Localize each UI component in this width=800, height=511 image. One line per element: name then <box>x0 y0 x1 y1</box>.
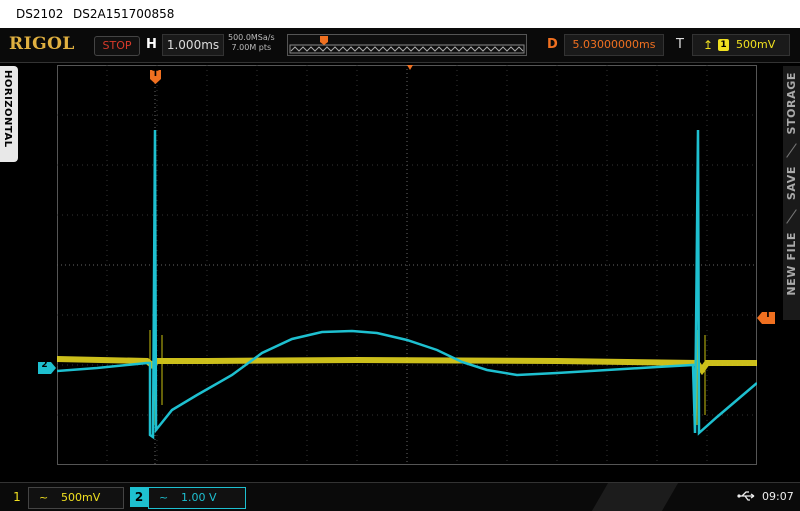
waveform-display[interactable] <box>56 65 758 465</box>
channel2-marker-label: 2 <box>41 360 48 370</box>
memory-position-bar[interactable] <box>287 34 527 56</box>
status-strip <box>591 483 679 511</box>
channel2-scale: 1.00 V <box>181 491 217 504</box>
trigger-source-badge: 1 <box>718 39 729 51</box>
ac-coupling-icon: ~ <box>39 491 49 504</box>
trigger-level-marker-label: T <box>764 310 772 320</box>
new-file-menu-item[interactable]: NEW FILE <box>785 232 798 296</box>
run-stop-button[interactable]: STOP <box>94 36 140 56</box>
clock: 09:07 <box>762 490 794 503</box>
sample-rate: 500.0MSa/s <box>228 33 275 42</box>
status-header: RIGOL STOP H 1.000ms 500.0MSa/s 7.00M pt… <box>0 28 800 63</box>
memory-bar-graphic <box>289 36 525 54</box>
storage-side-menu: STORAGE SAVE NEW FILE <box>783 66 800 320</box>
menu-separator <box>786 143 797 158</box>
channel2-offset-marker[interactable]: 2 <box>38 359 56 374</box>
trigger-label: T <box>676 37 684 52</box>
channel2-settings[interactable]: ~ 1.00 V <box>148 487 246 509</box>
delay-label: D <box>547 37 558 52</box>
horizontal-tab-label: HORIZONTAL <box>2 70 13 148</box>
usb-symbol <box>737 491 755 501</box>
trigger-flag-label: T <box>152 69 159 79</box>
delay-readout[interactable]: 5.03000000ms <box>564 34 664 56</box>
menu-separator <box>786 209 797 224</box>
usb-icon <box>737 489 757 506</box>
horizontal-label: H <box>146 37 157 52</box>
rising-edge-icon: ↥ <box>703 38 714 52</box>
save-menu-item[interactable]: SAVE <box>785 166 798 200</box>
trigger-position-marker[interactable]: T <box>150 69 161 84</box>
timebase-readout[interactable]: 1.000ms <box>162 34 224 56</box>
channel2-number[interactable]: 2 <box>130 487 148 507</box>
storage-menu-item[interactable]: STORAGE <box>785 72 798 135</box>
trigger-level: 500mV <box>736 38 776 51</box>
trigger-level-marker[interactable]: T <box>757 309 775 324</box>
horizontal-menu-tab[interactable]: HORIZONTAL <box>0 66 18 162</box>
title-bar: DS2102 DS2A151700858 <box>0 0 800 28</box>
serial-number: DS2A151700858 <box>73 7 175 21</box>
channel1-settings[interactable]: ~ 500mV <box>28 487 124 509</box>
brand-logo: RIGOL <box>9 34 75 54</box>
acquisition-info: 500.0MSa/s 7.00M pts <box>228 33 275 53</box>
model-name: DS2102 <box>16 7 64 21</box>
channel1-number[interactable]: 1 <box>8 488 26 506</box>
trigger-readout[interactable]: ↥ 1 500mV <box>692 34 790 56</box>
channel1-scale: 500mV <box>61 491 101 504</box>
graticule <box>56 65 758 465</box>
memory-depth: 7.00M pts <box>231 43 272 52</box>
channel-status-bar: 1 ~ 500mV 2 ~ 1.00 V 09:07 <box>0 482 800 511</box>
ac-coupling-icon: ~ <box>159 491 169 504</box>
